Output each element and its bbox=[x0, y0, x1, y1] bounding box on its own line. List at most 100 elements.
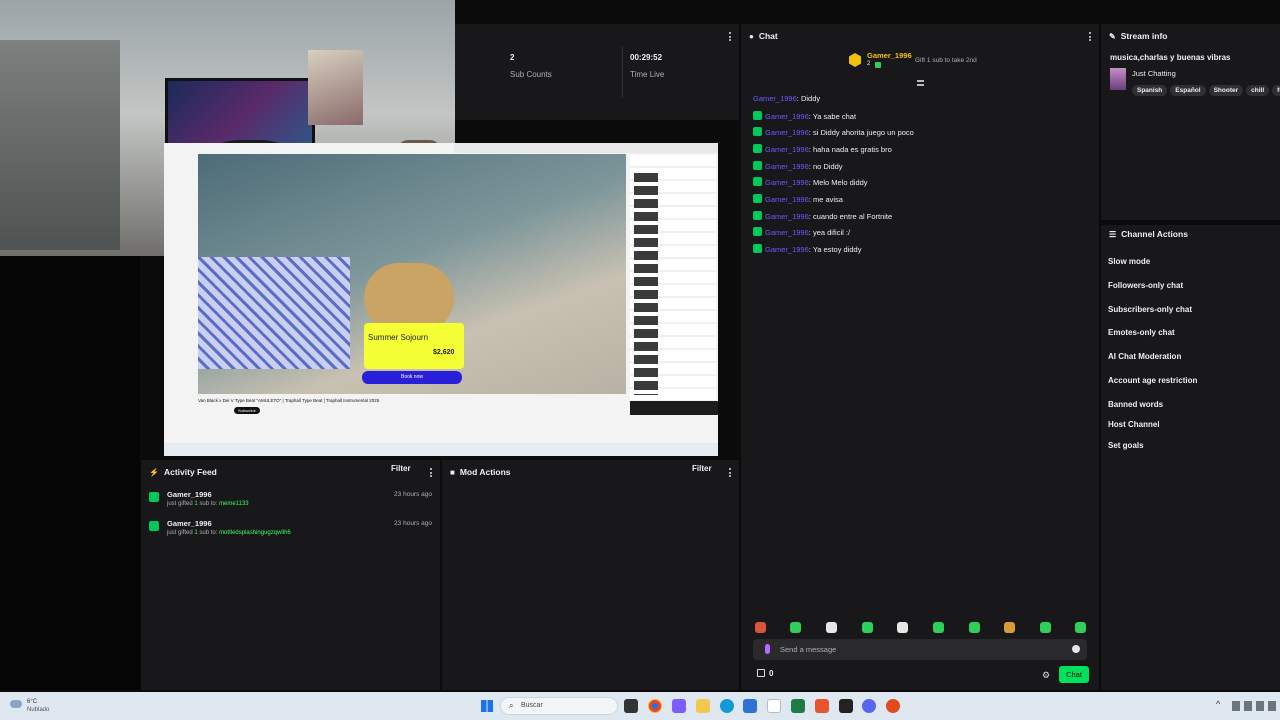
ad-price: $2,620 bbox=[433, 349, 455, 356]
activity-feed-title: Activity Feed bbox=[163, 467, 217, 477]
channel-action-banned-words[interactable]: Banned words bbox=[1108, 400, 1163, 409]
channel-action-subscribers-only[interactable]: Subscribers-only chat bbox=[1108, 305, 1192, 314]
points-row[interactable]: 0 bbox=[757, 669, 773, 678]
emote-icon[interactable] bbox=[1075, 622, 1086, 633]
activity-time: 23 hours ago bbox=[394, 520, 432, 527]
sub-count-value: 2 bbox=[510, 53, 515, 62]
tag[interactable]: Spanish bbox=[1132, 85, 1168, 96]
app-icon[interactable] bbox=[839, 699, 853, 713]
chat-input-box[interactable]: Send a message bbox=[753, 639, 1087, 660]
task-view-icon[interactable] bbox=[624, 699, 638, 713]
channel-action-host-channel[interactable]: Host Channel bbox=[1108, 420, 1160, 429]
windows-start-icon[interactable] bbox=[481, 700, 493, 712]
pinned-count: 2 bbox=[867, 61, 871, 67]
emote-icon[interactable] bbox=[1040, 622, 1051, 633]
chat-message: Gamer_1996: Ya estoy diddy bbox=[753, 244, 861, 254]
taskbar-search-placeholder: Buscar bbox=[521, 702, 543, 709]
mod-filter-button[interactable]: Filter bbox=[692, 464, 712, 473]
discord-icon[interactable] bbox=[862, 699, 876, 713]
video-title: Van Black x Dei V Type Beat "AMULETO" | … bbox=[198, 398, 380, 403]
activity-text: just gifted 1 sub to: meme1133 bbox=[167, 501, 249, 507]
app-icon[interactable] bbox=[672, 699, 686, 713]
pencil-icon: ✎ bbox=[1109, 31, 1116, 41]
chat-menu-icon[interactable] bbox=[1089, 32, 1091, 41]
channel-action-ai-moderation[interactable]: AI Chat Moderation bbox=[1108, 352, 1181, 361]
chrome-icon[interactable] bbox=[648, 699, 662, 713]
emote-icon[interactable] bbox=[897, 622, 908, 633]
activity-user[interactable]: Gamer_1996 bbox=[167, 519, 212, 528]
recommended-thumbs bbox=[634, 173, 658, 395]
emote-icon[interactable] bbox=[755, 622, 766, 633]
webcam-poster bbox=[308, 50, 363, 125]
edge-icon[interactable] bbox=[720, 699, 734, 713]
pinned-gift-text: Gift 1 sub to take 2nd bbox=[915, 57, 977, 64]
channel-action-set-goals[interactable]: Set goals bbox=[1108, 441, 1144, 450]
ad-book-button[interactable]: Book now bbox=[362, 371, 462, 384]
ad-card[interactable]: Summer Sojourn $2,620 bbox=[364, 323, 464, 369]
store-icon[interactable] bbox=[743, 699, 757, 713]
channel-action-emotes-only[interactable]: Emotes-only chat bbox=[1108, 328, 1175, 337]
tag[interactable]: fu bbox=[1272, 85, 1280, 96]
side-ad bbox=[630, 401, 718, 415]
chat-input-placeholder: Send a message bbox=[780, 645, 837, 654]
pinned-user: Gamer_1996 bbox=[867, 51, 912, 60]
list-icon: ☰ bbox=[1109, 229, 1117, 239]
activity-user[interactable]: Gamer_1996 bbox=[167, 490, 212, 499]
chat-send-button[interactable]: Chat bbox=[1059, 666, 1089, 683]
activity-item: Gamer_1996 just gifted 1 sub to: mottled… bbox=[149, 519, 432, 545]
emote-icon[interactable] bbox=[933, 622, 944, 633]
pinned-gift-banner[interactable]: Gamer_1996 2 Gift 1 sub to take 2nd bbox=[849, 50, 999, 72]
channel-action-account-age[interactable]: Account age restriction bbox=[1108, 376, 1197, 385]
mod-menu-icon[interactable] bbox=[729, 468, 731, 477]
file-explorer-icon[interactable] bbox=[696, 699, 710, 713]
chat-header: ● Chat bbox=[741, 24, 1099, 48]
category-thumbnail bbox=[1110, 68, 1126, 90]
weather-icon[interactable] bbox=[10, 700, 22, 708]
shield-icon: ■ bbox=[450, 467, 455, 477]
excel-icon[interactable] bbox=[791, 699, 805, 713]
chat-message: Gamer_1996: yea dificil :/ bbox=[753, 227, 850, 237]
emote-icon[interactable] bbox=[862, 622, 873, 633]
ad-title: Summer Sojourn bbox=[368, 333, 429, 342]
gift-icon bbox=[149, 492, 159, 502]
chat-settings-icon[interactable]: ⚙ bbox=[1042, 670, 1050, 681]
hexagon-badge-icon bbox=[849, 53, 861, 67]
stream-title: musica,charlas y buenas vibras bbox=[1110, 53, 1231, 62]
stream-info-header: ✎ Stream info bbox=[1101, 24, 1280, 48]
sub-count-label: Sub Counts bbox=[510, 70, 552, 79]
points-count: 0 bbox=[769, 669, 774, 678]
emote-icon[interactable] bbox=[1004, 622, 1015, 633]
chat-title: Chat bbox=[758, 31, 778, 41]
stats-menu-icon[interactable] bbox=[729, 32, 731, 41]
activity-filter-button[interactable]: Filter bbox=[391, 464, 411, 473]
notepad-icon[interactable] bbox=[767, 699, 781, 713]
chevron-up-icon[interactable]: ^ bbox=[1216, 699, 1220, 709]
obs-icon[interactable] bbox=[886, 699, 900, 713]
time-live-value: 00:29:52 bbox=[630, 53, 663, 62]
chat-message: Gamer_1996: si Diddy ahorita juego un po… bbox=[753, 127, 914, 137]
tag[interactable]: Shooter bbox=[1208, 85, 1244, 96]
scroll-indicator-icon[interactable] bbox=[917, 80, 924, 86]
chat-icon: ● bbox=[749, 31, 754, 41]
gift-icon bbox=[149, 521, 159, 531]
app-icon[interactable] bbox=[815, 699, 829, 713]
stream-info-panel: ✎ Stream info musica,charlas y buenas vi… bbox=[1101, 24, 1280, 220]
channel-action-slow-mode[interactable]: Slow mode bbox=[1108, 257, 1150, 266]
category-name[interactable]: Just Chatting bbox=[1132, 69, 1176, 78]
gift-small-icon bbox=[875, 62, 881, 68]
subscribe-button[interactable]: Subscribe bbox=[234, 407, 260, 414]
emoji-icon[interactable] bbox=[1072, 645, 1080, 653]
stats-panel: 2 Sub Counts 00:29:52 Time Live bbox=[455, 24, 739, 120]
taskbar-search[interactable]: ⌕ Buscar bbox=[500, 697, 618, 715]
activity-menu-icon[interactable] bbox=[430, 468, 432, 477]
tag[interactable]: chill bbox=[1246, 85, 1270, 96]
microphone-icon[interactable] bbox=[765, 644, 770, 654]
weather-temp: 6°C bbox=[27, 699, 38, 705]
search-icon: ⌕ bbox=[509, 701, 514, 710]
chat-message: Gamer_1996: Melo Melo diddy bbox=[753, 177, 868, 187]
emote-icon[interactable] bbox=[790, 622, 801, 633]
emote-icon[interactable] bbox=[826, 622, 837, 633]
emote-icon[interactable] bbox=[969, 622, 980, 633]
tag[interactable]: Español bbox=[1170, 85, 1206, 96]
channel-action-followers-only[interactable]: Followers-only chat bbox=[1108, 281, 1183, 290]
